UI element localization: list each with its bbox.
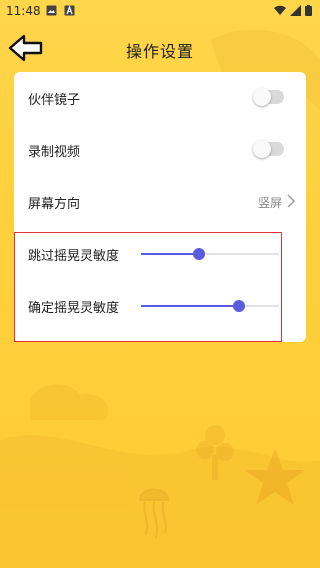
record-video-toggle[interactable]: [253, 140, 284, 158]
toggle-knob: [253, 88, 271, 106]
status-icons: [274, 5, 312, 16]
setting-label: 屏幕方向: [28, 197, 81, 212]
a-letter-icon: [64, 5, 75, 16]
nav-bar: 操作设置: [0, 28, 320, 68]
setting-label: 确定摇晃灵敏度: [28, 301, 120, 316]
slider-thumb[interactable]: [192, 248, 205, 260]
setting-row-confirm-shake-sensitivity: 确定摇晃灵敏度: [14, 280, 306, 332]
image-icon: [46, 5, 57, 16]
slider-fill: [141, 253, 199, 255]
toggle-knob: [253, 140, 271, 158]
map-path-shape: [0, 435, 320, 568]
setting-label: 跳过摇晃灵敏度: [28, 249, 120, 264]
cloud-shape: [30, 384, 109, 420]
screen-orientation-value: 竖屏: [257, 196, 282, 210]
slider-fill: [141, 305, 239, 307]
settings-card: 伙伴镜子 录制视频 屏幕方向 竖屏 跳过摇晃灵敏度 确定摇晃灵敏度: [14, 72, 306, 342]
setting-label: 伙伴镜子: [28, 93, 81, 108]
setting-row-screen-orientation[interactable]: 屏幕方向 竖屏: [14, 176, 306, 228]
status-time: 11:48: [6, 4, 41, 18]
page-title: 操作设置: [125, 42, 194, 61]
status-bar: 11:48: [0, 0, 320, 24]
chevron-right-icon: [287, 194, 295, 208]
skip-shake-sensitivity-slider[interactable]: [141, 246, 279, 262]
setting-row-skip-shake-sensitivity: 跳过摇晃灵敏度: [14, 228, 306, 280]
partner-mirror-toggle[interactable]: [253, 88, 284, 106]
signal-icon: [290, 5, 301, 16]
wifi-icon: [274, 5, 286, 15]
setting-row-record-video: 录制视频: [14, 124, 306, 176]
confirm-shake-sensitivity-slider[interactable]: [141, 298, 279, 314]
slider-thumb[interactable]: [232, 300, 245, 312]
setting-label: 录制视频: [28, 145, 81, 160]
battery-icon: [305, 5, 312, 16]
setting-row-partner-mirror: 伙伴镜子: [14, 72, 306, 124]
